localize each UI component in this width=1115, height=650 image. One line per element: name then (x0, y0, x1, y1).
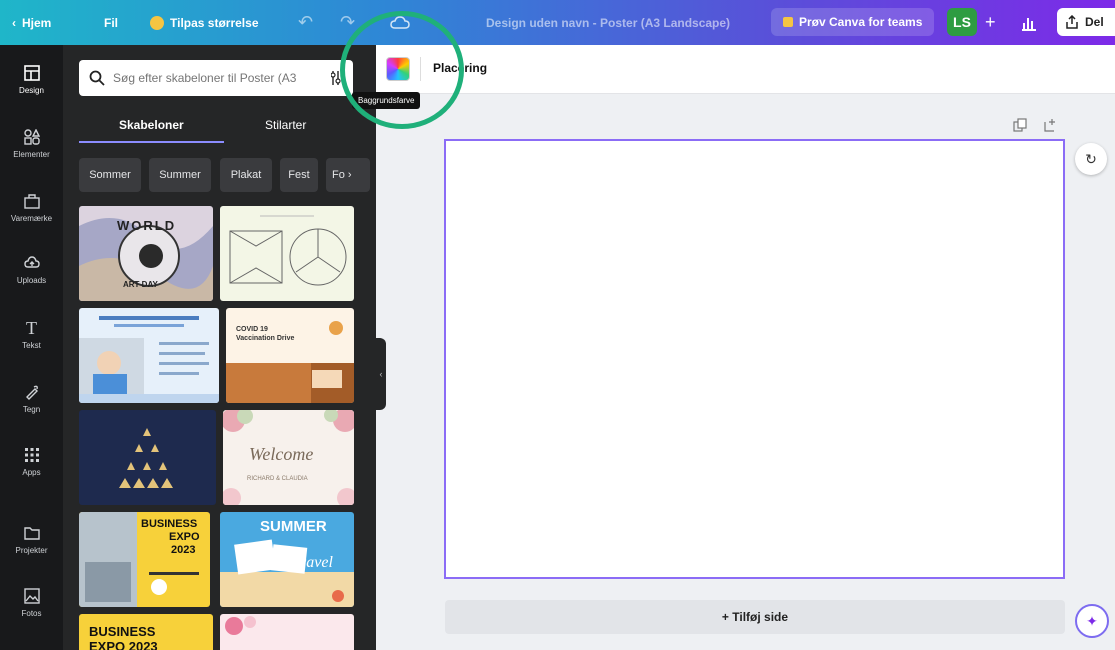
refresh-icon[interactable]: ↻ (1075, 143, 1107, 175)
template-summer-travel[interactable]: SUMMER Travel (220, 512, 354, 607)
template-text: EXPO 2023 (89, 639, 158, 650)
add-page-button[interactable]: + Tilføj side (445, 600, 1065, 634)
chevron-left-icon: ‹ (12, 15, 16, 30)
crown-icon (150, 15, 164, 30)
teams-label: Prøv Canva for teams (799, 15, 923, 29)
rail-item-text[interactable]: T Tekst (0, 317, 63, 351)
resize-button[interactable]: Tilpas størrelse (150, 0, 259, 45)
share-button[interactable]: Del (1057, 8, 1115, 36)
template-text: RICHARD & CLAUDIA (247, 476, 308, 482)
home-label: Hjem (22, 15, 52, 30)
rail-item-design[interactable]: Design (0, 63, 63, 95)
chip-sommer[interactable]: Sommer (79, 158, 141, 192)
share-label: Del (1085, 15, 1104, 29)
template-text: 2023 (171, 544, 196, 556)
template-text: Vaccination Drive (236, 335, 295, 342)
home-button[interactable]: ‹ Hjem (12, 0, 51, 45)
try-teams-button[interactable]: Prøv Canva for teams (771, 8, 935, 36)
template-dark-triangles[interactable] (79, 410, 216, 505)
template-pink-floral[interactable] (220, 614, 354, 650)
template-text: EXPO (169, 531, 200, 543)
duplicate-page-icon[interactable] (1013, 118, 1027, 135)
rail-item-label: Fotos (21, 609, 42, 618)
template-envelope-diagram[interactable] (220, 206, 354, 301)
template-text: Travel (292, 554, 333, 571)
undo-icon[interactable]: ↶ (298, 0, 313, 45)
chip-plakat[interactable]: Plakat (220, 158, 272, 192)
insights-icon[interactable] (1020, 0, 1038, 45)
chevron-right-icon: › (347, 169, 352, 181)
template-text: SUMMER (260, 518, 327, 535)
rail-item-elements[interactable]: Elementer (0, 127, 63, 159)
search-icon (89, 70, 105, 86)
tab-templates[interactable]: Skabeloner (119, 107, 184, 143)
magic-sparkle-icon[interactable]: ✦ (1075, 604, 1109, 638)
resize-label: Tilpas størrelse (170, 15, 259, 30)
document-title[interactable]: Design uden navn - Poster (A3 Landscape) (486, 0, 730, 45)
chevron-left-icon: ‹ (379, 369, 383, 379)
rail-item-projects[interactable]: Projekter (0, 523, 63, 555)
context-toolbar: Placering (376, 45, 1115, 94)
chip-label: Fo (332, 169, 345, 181)
template-text: BUSINESS (89, 624, 156, 639)
collapse-panel-handle[interactable]: ‹ (376, 338, 386, 410)
apps-icon (22, 445, 42, 465)
rail-item-label: Varemærke (10, 214, 53, 223)
rail-item-label: Elementer (13, 150, 50, 159)
add-page-icon[interactable] (1043, 118, 1057, 135)
rail-item-photos[interactable]: Fotos (0, 586, 63, 618)
template-text: COVID 19 (236, 326, 268, 333)
chip-more[interactable]: Fo › (326, 158, 370, 192)
left-rail: Design Elementer Varemærke Uploads T Tek… (0, 45, 63, 650)
crown-icon (783, 17, 793, 27)
folder-icon (22, 523, 42, 543)
photo-icon (22, 586, 42, 606)
draw-icon (22, 382, 42, 402)
template-panel: Skabeloner Stilarter Sommer Summer Plaka… (63, 45, 376, 650)
search-input[interactable] (111, 70, 335, 86)
template-text: Welcome (249, 444, 314, 464)
rail-item-label: Uploads (16, 276, 47, 285)
upload-icon (22, 253, 42, 273)
rail-item-label: Apps (22, 468, 41, 477)
design-page[interactable] (444, 139, 1065, 579)
rail-item-label: Tekst (22, 341, 41, 350)
layout-icon (22, 63, 42, 83)
template-text: BUSINESS (141, 518, 198, 530)
chip-fest[interactable]: Fest (280, 158, 318, 192)
rail-item-label: Tegn (22, 405, 41, 414)
add-member-button[interactable]: + (985, 0, 996, 45)
brand-icon (22, 191, 42, 211)
rail-item-label: Projekter (15, 546, 48, 555)
share-icon (1066, 15, 1078, 29)
avatar[interactable]: LS (947, 8, 977, 36)
template-world-art-day[interactable]: WORLD ART DAY (79, 206, 213, 301)
filter-chips: Sommer Summer Plakat Fest Fo › (79, 158, 370, 192)
template-business-expo[interactable]: BUSINESS EXPO 2023 (79, 512, 210, 607)
chip-summer[interactable]: Summer (149, 158, 211, 192)
rail-item-draw[interactable]: Tegn (0, 382, 63, 414)
rail-item-label: Design (19, 86, 44, 95)
rail-item-uploads[interactable]: Uploads (0, 253, 63, 285)
template-text: ART DAY (123, 280, 158, 289)
template-search[interactable] (79, 60, 353, 96)
panel-tabs: Skabeloner Stilarter (79, 107, 369, 143)
file-menu[interactable]: Fil (104, 0, 118, 45)
template-covid-vaccination[interactable]: COVID 19 Vaccination Drive (226, 308, 354, 403)
template-welcome-floral[interactable]: Welcome RICHARD & CLAUDIA (223, 410, 354, 505)
template-text: WORLD (117, 218, 177, 233)
highlight-circle (340, 11, 464, 129)
active-tab-indicator (79, 141, 224, 143)
tab-styles[interactable]: Stilarter (265, 107, 306, 143)
shapes-icon (22, 127, 42, 147)
template-business-expo-2[interactable]: BUSINESS EXPO 2023 (79, 614, 213, 650)
rail-item-brand[interactable]: Varemærke (0, 191, 63, 223)
text-icon: T (26, 317, 37, 338)
rail-item-apps[interactable]: Apps (0, 445, 63, 477)
template-medical-info[interactable] (79, 308, 219, 403)
top-toolbar: ‹ Hjem Fil Tilpas størrelse ↶ ↷ Design u… (0, 0, 1115, 45)
